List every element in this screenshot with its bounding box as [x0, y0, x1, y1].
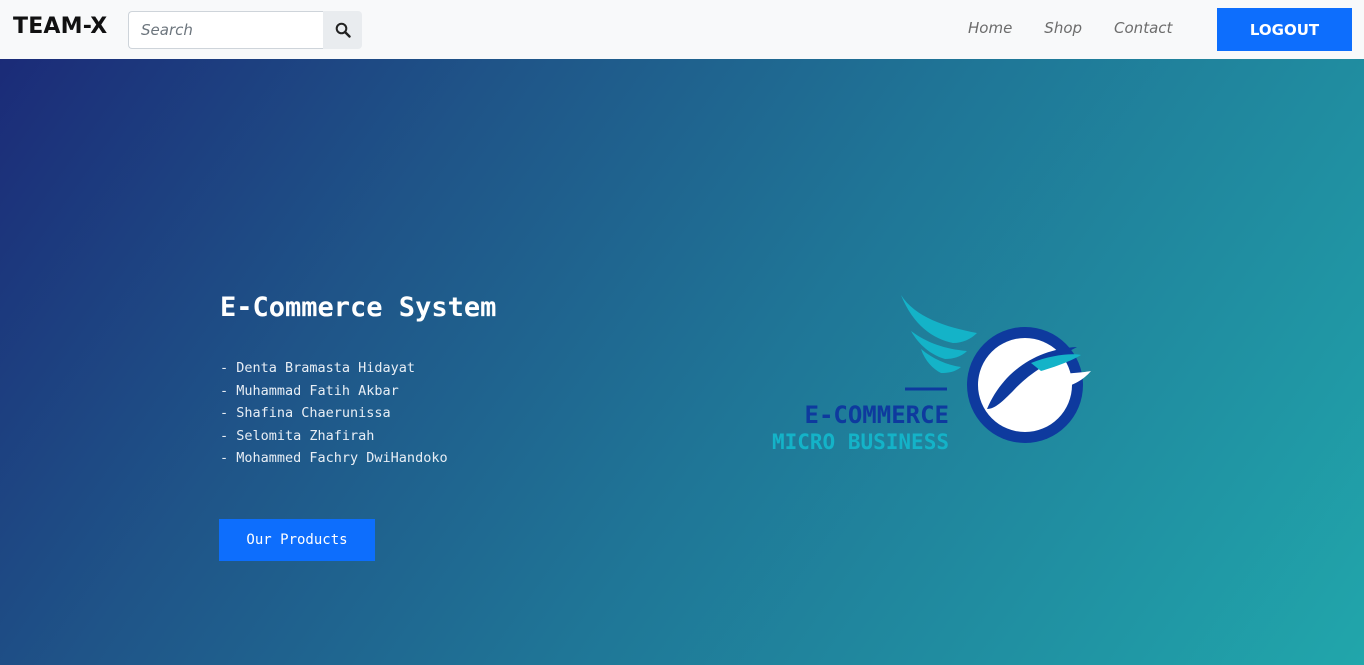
hero-title: E-Commerce System: [220, 292, 497, 323]
nav-link-home[interactable]: Home: [968, 19, 1012, 37]
hero-section: E-Commerce System - Denta Bramasta Hiday…: [0, 59, 1364, 665]
brand-logo[interactable]: TEAM-X: [13, 14, 107, 39]
logout-button[interactable]: LOGOUT: [1217, 8, 1352, 51]
nav-link-shop[interactable]: Shop: [1044, 19, 1082, 37]
our-products-button[interactable]: Our Products: [219, 519, 375, 561]
nav-links: Home Shop Contact: [968, 19, 1204, 37]
search-bar: [128, 11, 362, 49]
team-member: - Denta Bramasta Hidayat: [220, 360, 416, 376]
nav-link-contact[interactable]: Contact: [1114, 19, 1172, 37]
wing-icon: [901, 295, 977, 373]
search-icon: [335, 22, 351, 38]
globe-icon: [967, 327, 1091, 443]
team-member: - Muhammad Fatih Akbar: [220, 382, 399, 399]
team-member: - Mohammed Fachry DwiHandoko: [220, 450, 448, 466]
search-input[interactable]: [128, 11, 323, 49]
top-navbar: TEAM-X Home Shop Contact LOGOUT: [0, 0, 1364, 59]
team-member: - Shafina Chaerunissa: [220, 405, 391, 421]
search-button[interactable]: [323, 11, 362, 49]
logo-line1: E-COMMERCE: [805, 401, 950, 429]
team-members-list: - Denta Bramasta Hidayat - Muhammad Fati…: [220, 357, 448, 470]
ecommerce-logo: E-COMMERCE MICRO BUSINESS: [772, 295, 1091, 451]
team-member: - Selomita Zhafirah: [220, 427, 375, 444]
logo-line2: MICRO BUSINESS: [772, 430, 949, 451]
